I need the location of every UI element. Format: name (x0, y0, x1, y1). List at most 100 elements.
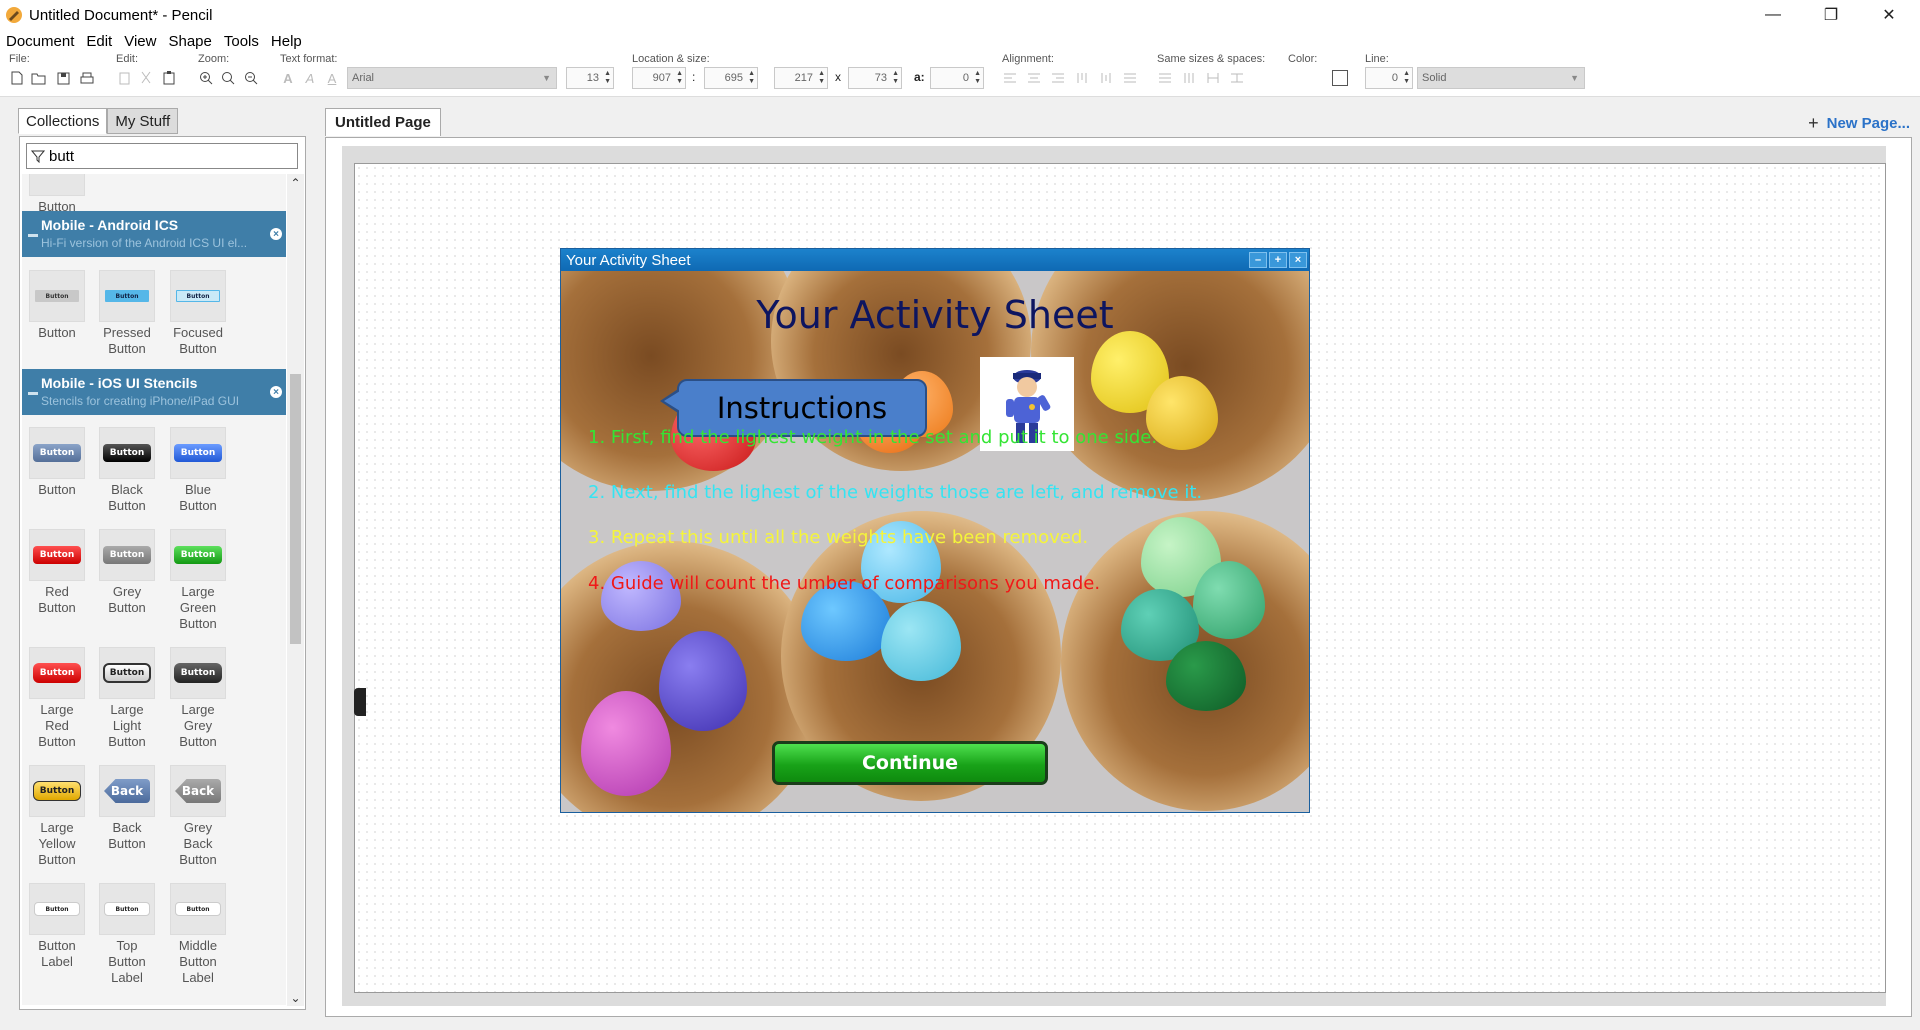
x-input[interactable]: 907 ▲ ▼ (632, 67, 686, 89)
stencil-item[interactable]: Button (22, 174, 92, 215)
stencil-item[interactable]: Button Button Label (22, 883, 92, 970)
spinner-icon[interactable]: ▲ ▼ (1403, 70, 1410, 86)
scroll-down-icon[interactable]: ⌄ (287, 989, 304, 1006)
align-middle-icon[interactable] (1098, 70, 1114, 86)
category-header-ios[interactable]: ▬ Mobile - iOS UI Stencils Stencils for … (22, 369, 286, 415)
italic-text-icon[interactable]: A (302, 70, 318, 86)
cut-icon[interactable] (138, 70, 154, 86)
spinner-icon[interactable]: ▲ ▼ (974, 70, 981, 86)
stencil-item[interactable]: Button Grey Button (92, 529, 162, 616)
button-preview: Button (103, 444, 151, 462)
print-icon[interactable] (79, 70, 95, 86)
collapse-icon[interactable]: ▬ (28, 229, 38, 240)
new-page-button[interactable]: + New Page... (1808, 113, 1910, 134)
menu-tools[interactable]: Tools (224, 33, 259, 50)
label-line: Grey (183, 820, 213, 835)
continue-button[interactable]: Continue (772, 741, 1048, 785)
stencil-item[interactable]: Back Grey Back Button (163, 765, 233, 868)
underline-text-icon[interactable]: A (324, 70, 340, 86)
stencil-item[interactable]: Back Back Button (92, 765, 162, 852)
zoom-in-icon[interactable] (198, 70, 214, 86)
spinner-icon[interactable]: ▲ ▼ (676, 70, 683, 86)
horizontal-spacing-icon[interactable] (1205, 70, 1221, 86)
spinner-icon[interactable]: ▲ ▼ (892, 70, 899, 86)
menu-shape[interactable]: Shape (168, 33, 211, 50)
align-center-icon[interactable] (1026, 70, 1042, 86)
angle-input[interactable]: 0 ▲ ▼ (930, 67, 984, 89)
align-right-icon[interactable] (1050, 70, 1066, 86)
close-button[interactable]: ✕ (1860, 0, 1918, 30)
stencil-label: Button (22, 482, 92, 498)
menu-help[interactable]: Help (271, 33, 302, 50)
zoom-reset-icon[interactable] (220, 70, 236, 86)
save-icon[interactable] (55, 70, 71, 86)
stencil-item[interactable]: Button Button (22, 427, 92, 498)
copy-icon[interactable] (116, 70, 132, 86)
menu-view[interactable]: View (124, 33, 156, 50)
stencil-item[interactable]: Button Focused Button (163, 270, 233, 357)
y-input[interactable]: 695 ▲ ▼ (704, 67, 758, 89)
y-value: 695 (724, 72, 743, 84)
spinner-icon[interactable]: ▲ ▼ (818, 70, 825, 86)
menu-bar: Document Edit View Shape Tools Help (0, 30, 1920, 52)
category-header-android-ics[interactable]: ▬ Mobile - Android ICS Hi-Fi version of … (22, 211, 286, 257)
align-left-icon[interactable] (1002, 70, 1018, 86)
scroll-up-icon[interactable]: ⌃ (287, 174, 304, 191)
resize-handle[interactable] (354, 688, 366, 716)
stencil-item[interactable]: Button Black Button (92, 427, 162, 514)
alignment-label: Alignment: (1002, 53, 1054, 65)
maximize-icon[interactable]: + (1269, 252, 1287, 268)
tab-untitled-page[interactable]: Untitled Page (325, 108, 441, 136)
stencil-item[interactable]: Button Pressed Button (92, 270, 162, 357)
stencil-item[interactable]: Button Large Grey Button (163, 647, 233, 750)
font-family-select[interactable]: Arial ▼ (347, 67, 557, 89)
stencil-thumbnail: Back (99, 765, 155, 817)
stencil-item[interactable]: Button Blue Button (163, 427, 233, 514)
color-swatch[interactable] (1332, 70, 1348, 86)
menu-edit[interactable]: Edit (86, 33, 112, 50)
restore-button[interactable]: ❐ (1802, 0, 1860, 30)
spinner-icon[interactable]: ▲ ▼ (748, 70, 755, 86)
label-line: Button (179, 734, 217, 749)
open-folder-icon[interactable] (30, 70, 46, 86)
height-input[interactable]: 73 ▲ ▼ (848, 67, 902, 89)
tab-my-stuff[interactable]: My Stuff (107, 108, 179, 134)
stencil-item[interactable]: Button Large Yellow Button (22, 765, 92, 868)
same-height-icon[interactable] (1181, 70, 1197, 86)
toolbar: File: Edit: Zoom: Text format: A A A Ari… (0, 52, 1920, 97)
scrollbar-thumb[interactable] (290, 374, 301, 644)
minimize-button[interactable]: — (1744, 0, 1802, 30)
align-bottom-icon[interactable] (1122, 70, 1138, 86)
menu-document[interactable]: Document (6, 33, 74, 50)
stencil-item[interactable]: Button Red Button (22, 529, 92, 616)
stencil-item[interactable]: Button Large Light Button (92, 647, 162, 750)
vertical-spacing-icon[interactable] (1229, 70, 1245, 86)
collapse-icon[interactable]: ▬ (28, 387, 38, 398)
stencil-item[interactable]: Button Large Green Button (163, 529, 233, 632)
zoom-out-icon[interactable] (243, 70, 259, 86)
tab-collections[interactable]: Collections (18, 108, 108, 134)
minimize-icon[interactable]: – (1249, 252, 1267, 268)
line-width-input[interactable]: 0 ▲ ▼ (1365, 67, 1413, 89)
close-icon[interactable]: × (1289, 252, 1307, 268)
label-line: Light (112, 718, 142, 733)
new-file-icon[interactable] (9, 70, 25, 86)
width-input[interactable]: 217 ▲ ▼ (774, 67, 828, 89)
font-size-input[interactable]: 13 ▲ ▼ (566, 67, 614, 89)
vertical-scrollbar[interactable]: ⌃ ⌄ (287, 174, 304, 1006)
search-input[interactable]: butt (26, 143, 298, 169)
bold-text-icon[interactable]: A (280, 70, 296, 86)
stencil-item[interactable]: Button Top Button Label (92, 883, 162, 986)
stencil-item[interactable]: Button Middle Button Label (163, 883, 233, 986)
spinner-icon[interactable]: ▲ ▼ (604, 70, 611, 86)
paste-icon[interactable] (161, 70, 177, 86)
same-width-icon[interactable] (1157, 70, 1173, 86)
close-icon[interactable]: × (270, 228, 282, 240)
activity-sheet-window[interactable]: Your Activity Sheet – + × Your Activity … (560, 248, 1310, 813)
close-icon[interactable]: × (270, 386, 282, 398)
label-line: Large (110, 702, 144, 717)
stencil-item[interactable]: Button Large Red Button (22, 647, 92, 750)
line-style-select[interactable]: Solid ▼ (1417, 67, 1585, 89)
align-top-icon[interactable] (1074, 70, 1090, 86)
stencil-item[interactable]: Button Button (22, 270, 92, 341)
